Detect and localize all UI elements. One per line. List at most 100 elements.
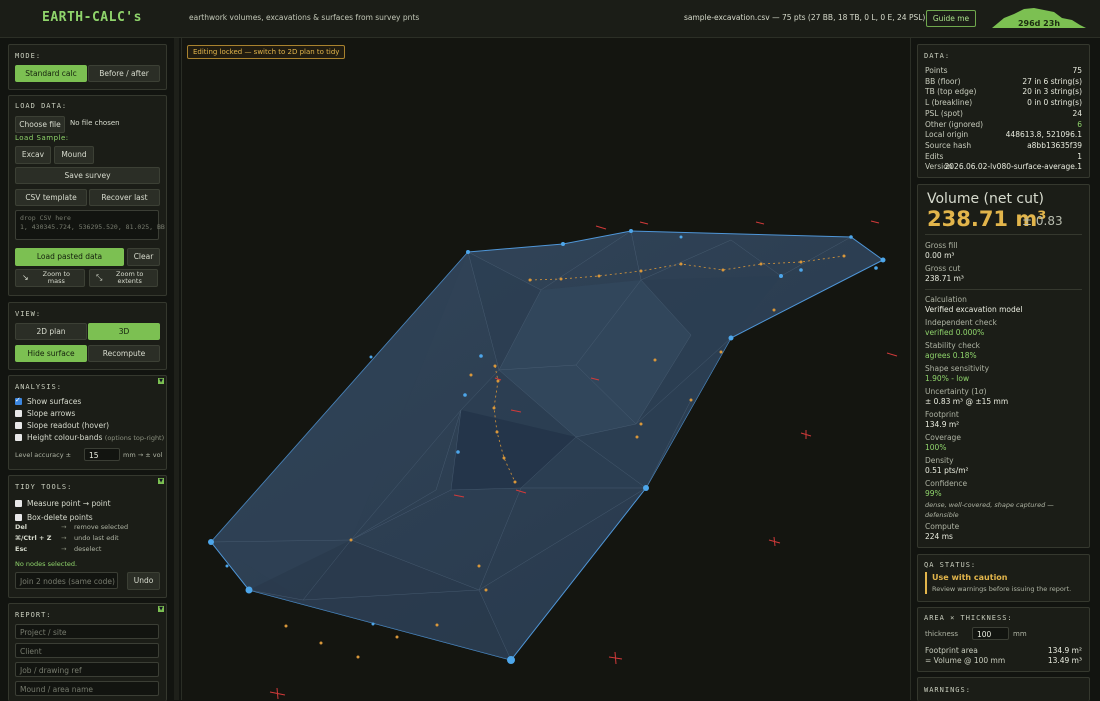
paste-csv-textarea[interactable]: drop CSV here 1, 430345.724, 536295.520,… bbox=[15, 210, 165, 240]
standard-calc-button[interactable]: Standard calc bbox=[15, 65, 87, 82]
calculation-label: Calculation bbox=[925, 295, 967, 304]
shortcut-action: deselect bbox=[74, 545, 102, 553]
compute-label: Compute bbox=[925, 522, 960, 531]
arrow-icon: → bbox=[61, 523, 67, 531]
checkbox-icon[interactable] bbox=[15, 422, 22, 429]
zoom-mass-button[interactable]: ↘ Zoom to mass bbox=[15, 269, 85, 287]
data-row: PSL (spot) 24 bbox=[925, 109, 1082, 118]
gross-fill-label: Gross fill bbox=[925, 241, 958, 250]
top-bar: EARTH-CALC's earthwork volumes, excavati… bbox=[0, 0, 1100, 38]
client-field[interactable]: Client bbox=[15, 643, 159, 658]
shortcut-action: undo last edit bbox=[74, 534, 119, 542]
option-label: Height colour-bands bbox=[27, 433, 103, 442]
qa-panel: QA STATUS: Use with caution Review warni… bbox=[917, 554, 1090, 602]
join-nodes-input[interactable]: Join 2 nodes (same code) bbox=[15, 572, 118, 589]
data-row-label: Points bbox=[925, 66, 948, 75]
collapse-icon[interactable]: ▼ bbox=[158, 378, 164, 384]
report-panel: ▼ REPORT: Project / site Client Job / dr… bbox=[8, 603, 167, 701]
slope-arrows-option[interactable]: Slope arrows bbox=[15, 409, 75, 418]
data-row-value: 448613.8, 521096.1 bbox=[1005, 130, 1082, 140]
data-row: Version 2026.06.02-lv080-surface-average.… bbox=[925, 162, 1082, 171]
project-site-field[interactable]: Project / site bbox=[15, 624, 159, 639]
level-accuracy-label: Level accuracy ± bbox=[15, 451, 72, 459]
save-survey-button[interactable]: Save survey bbox=[15, 167, 160, 184]
slope-readout-option[interactable]: Slope readout (hover) bbox=[15, 421, 109, 430]
sample-excav-button[interactable]: Excav bbox=[15, 146, 51, 164]
hide-surface-button[interactable]: Hide surface bbox=[15, 345, 87, 362]
csv-template-button[interactable]: CSV template bbox=[15, 189, 87, 206]
guide-me-button[interactable]: Guide me bbox=[926, 10, 976, 27]
checkbox-icon[interactable] bbox=[15, 514, 22, 521]
qa-accent-bar bbox=[925, 572, 927, 594]
before-after-button[interactable]: Before / after bbox=[88, 65, 160, 82]
sample-mound-button[interactable]: Mound bbox=[54, 146, 94, 164]
expand-icon: ⤡ bbox=[96, 273, 103, 282]
option-label: Slope readout (hover) bbox=[27, 421, 110, 430]
area-header: AREA × THICKNESS: bbox=[924, 614, 1013, 622]
volume-thickness-label: = Volume @ 100 mm bbox=[925, 656, 1006, 665]
checkbox-icon[interactable] bbox=[15, 396, 22, 405]
area-name-field[interactable]: Mound / area name bbox=[15, 681, 159, 696]
report-header: REPORT: bbox=[15, 611, 52, 619]
checkbox-icon[interactable] bbox=[15, 410, 22, 417]
option-note: (options top-right) bbox=[104, 434, 165, 442]
divider bbox=[925, 234, 1082, 235]
confidence-value: 99% bbox=[925, 489, 942, 498]
load-pasted-button[interactable]: Load pasted data bbox=[15, 248, 124, 266]
data-row-value: 20 in 3 string(s) bbox=[1022, 87, 1082, 97]
load-sample-header: Load Sample: bbox=[15, 134, 69, 142]
arrow-icon: → bbox=[61, 545, 67, 553]
file-info: sample-excavation.csv — 75 pts (27 BB, 1… bbox=[684, 13, 926, 22]
view-3d-button[interactable]: 3D bbox=[88, 323, 160, 340]
checkbox-icon[interactable] bbox=[15, 434, 22, 441]
checkbox-icon[interactable] bbox=[15, 500, 22, 507]
data-row: TB (top edge) 20 in 3 string(s) bbox=[925, 87, 1082, 96]
gross-fill-value: 0.00 m³ bbox=[925, 251, 955, 260]
box-delete-option[interactable]: Box-delete points bbox=[15, 513, 93, 522]
volume-thickness-row: = Volume @ 100 mm 13.49 m³ bbox=[925, 656, 1082, 665]
choose-file-button[interactable]: Choose file bbox=[15, 116, 65, 133]
option-label: Box-delete points bbox=[27, 513, 93, 522]
recompute-button[interactable]: Recompute bbox=[88, 345, 160, 362]
counter-text: 296d 23h bbox=[1017, 19, 1061, 28]
height-bands-option[interactable]: Height colour-bands (options top-right) bbox=[15, 433, 164, 442]
analysis-panel: ▼ ANALYSIS: Show surfaces Slope arrows S… bbox=[8, 375, 167, 470]
coverage-value: 100% bbox=[925, 443, 947, 452]
option-label: Show surfaces bbox=[27, 397, 82, 406]
gross-cut-label: Gross cut bbox=[925, 264, 961, 273]
surface-mesh[interactable] bbox=[182, 38, 910, 700]
area-thickness-panel: AREA × THICKNESS: thickness 100 mm Footp… bbox=[917, 607, 1090, 672]
confidence-label: Confidence bbox=[925, 479, 968, 488]
view-header: VIEW: bbox=[15, 310, 42, 318]
level-accuracy-input[interactable]: 15 bbox=[84, 448, 120, 461]
option-label: Measure point → point bbox=[27, 499, 111, 508]
divider bbox=[925, 289, 1082, 290]
3d-viewport[interactable] bbox=[181, 38, 911, 700]
zoom-extents-button[interactable]: ⤡ Zoom to extents bbox=[89, 269, 158, 287]
job-ref-field[interactable]: Job / drawing ref bbox=[15, 662, 159, 677]
mode-header: MODE: bbox=[15, 52, 42, 60]
warnings-header: WARNINGS: bbox=[924, 686, 971, 694]
footprint-label: Footprint bbox=[925, 410, 959, 419]
collapse-icon[interactable]: ▼ bbox=[158, 478, 164, 484]
uncertainty-value: ± 0.83 m³ @ ±15 mm bbox=[925, 397, 1009, 406]
undo-button[interactable]: Undo bbox=[127, 572, 160, 590]
shortcut-key: ⌘/Ctrl + Z bbox=[15, 534, 52, 542]
independent-check-value: verified 0.000% bbox=[925, 328, 985, 337]
zoom-in-icon: ↘ bbox=[22, 273, 29, 282]
collapse-icon[interactable]: ▼ bbox=[158, 606, 164, 612]
editing-locked-notice: Editing locked — switch to 2D plan to ti… bbox=[187, 45, 346, 59]
shortcut-key: Esc bbox=[15, 545, 28, 553]
recover-last-button[interactable]: Recover last bbox=[89, 189, 160, 206]
data-row: Points 75 bbox=[925, 66, 1082, 75]
data-row-label: PSL (spot) bbox=[925, 108, 963, 118]
data-row: Source hash a8bb13635f39 bbox=[925, 141, 1082, 150]
footprint-area-row: Footprint area 134.9 m² bbox=[925, 646, 1082, 655]
left-panel-scrollbar[interactable] bbox=[174, 38, 179, 700]
view-2d-button[interactable]: 2D plan bbox=[15, 323, 87, 340]
thickness-input[interactable]: 100 bbox=[972, 627, 1009, 640]
clear-button[interactable]: Clear bbox=[127, 248, 160, 266]
show-surfaces-option[interactable]: Show surfaces bbox=[15, 396, 82, 406]
measure-option[interactable]: Measure point → point bbox=[15, 499, 111, 508]
data-row-label: BB (floor) bbox=[925, 76, 961, 86]
